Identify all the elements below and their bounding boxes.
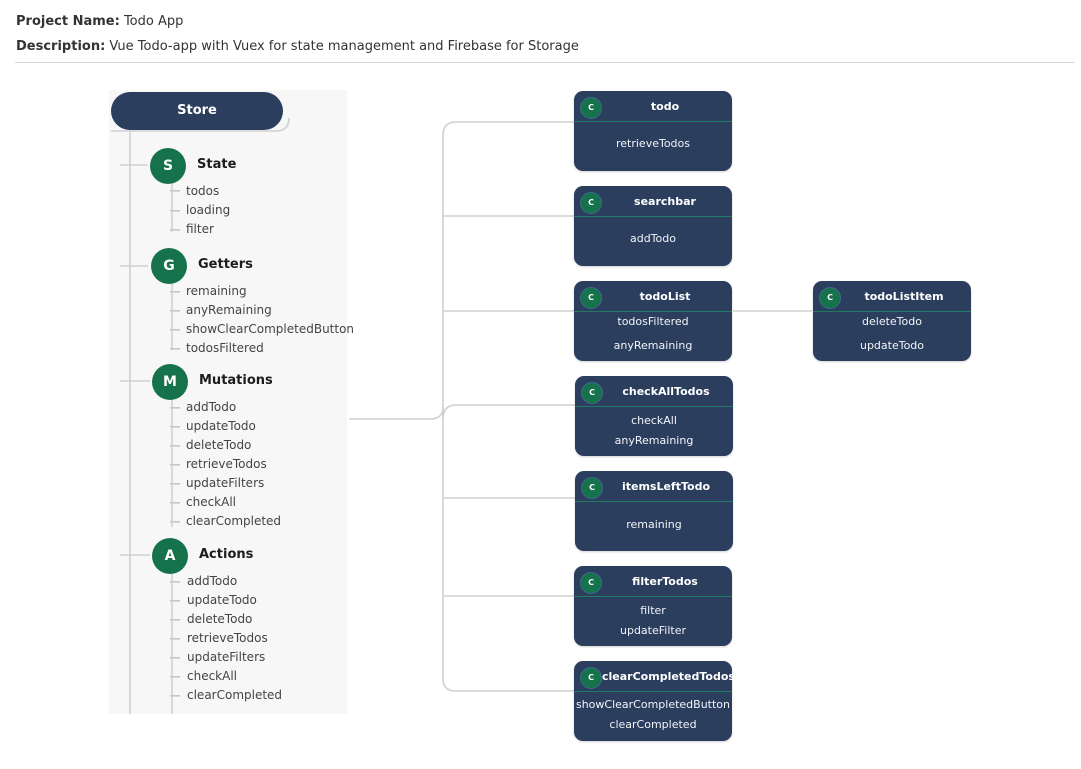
component-title: todoList	[639, 290, 691, 303]
component-badge: C	[581, 382, 603, 404]
component-methods: filter updateFilter	[574, 596, 732, 646]
component-title: filterTodos	[632, 575, 698, 588]
components-bus	[442, 121, 574, 692]
actions-item: addTodo	[187, 574, 238, 588]
component-title: itemsLeftTodo	[621, 480, 711, 493]
component-methods: checkAll anyRemaining	[575, 406, 733, 456]
component-method: updateFilter	[620, 624, 686, 637]
state-title: State	[197, 157, 237, 172]
actions-item: clearCompleted	[187, 688, 283, 702]
getters-title: Getters	[198, 257, 253, 272]
component-title: checkAllTodos	[622, 385, 710, 398]
component-badge: C	[581, 477, 603, 499]
actions-item: deleteTodo	[187, 612, 253, 626]
mutations-item: checkAll	[186, 495, 237, 509]
component-methods: showClearCompletedButton clearCompleted	[574, 691, 732, 741]
actions-item: updateTodo	[187, 593, 257, 607]
actions-item: checkAll	[187, 669, 238, 683]
component-method: anyRemaining	[614, 434, 694, 447]
getters-badge: G	[151, 248, 187, 284]
component-method: updateTodo	[859, 339, 925, 352]
actions-title: Actions	[199, 547, 254, 562]
component-method: todosFiltered	[617, 315, 689, 328]
component-card-checkalltodos[interactable]: C checkAllTodos checkAll anyRemaining	[575, 376, 733, 456]
component-method: showClearCompletedButton	[575, 698, 731, 711]
store-to-components-trunk	[349, 406, 444, 420]
component-methods: retrieveTodos	[574, 121, 732, 171]
component-badge: C	[819, 287, 841, 309]
component-method: anyRemaining	[613, 339, 693, 352]
component-methods: remaining	[575, 501, 733, 551]
actions-item: retrieveTodos	[187, 631, 268, 645]
component-title: clearCompletedTodos	[602, 670, 735, 683]
component-card-itemslefttodo[interactable]: C itemsLeftTodo remaining	[575, 471, 733, 551]
state-item: todos	[186, 184, 220, 198]
mutations-badge: M	[152, 364, 188, 400]
component-title: todoListItem	[864, 290, 944, 303]
component-methods: deleteTodo updateTodo	[813, 311, 971, 361]
getters-item: remaining	[186, 284, 247, 298]
state-badge: S	[150, 148, 186, 184]
getters-item: showClearCompletedButton	[186, 322, 355, 336]
component-methods: addTodo	[574, 216, 732, 266]
component-card-filtertodos[interactable]: C filterTodos filter updateFilter	[574, 566, 732, 646]
store-node[interactable]: Store	[111, 92, 283, 130]
component-title: todo	[650, 100, 680, 113]
component-badge: C	[580, 667, 602, 689]
component-card-todolist[interactable]: C todoList todosFiltered anyRemaining	[574, 281, 732, 361]
component-methods: todosFiltered anyRemaining	[574, 311, 732, 361]
mutations-item: deleteTodo	[186, 438, 252, 452]
component-method: checkAll	[631, 414, 677, 427]
component-method: addTodo	[630, 232, 676, 245]
mutations-item: clearCompleted	[186, 514, 282, 528]
component-badge: C	[580, 572, 602, 594]
mutations-item: addTodo	[186, 400, 237, 414]
component-card-todo[interactable]: C todo retrieveTodos	[574, 91, 732, 171]
component-method: clearCompleted	[609, 718, 697, 731]
component-card-clearcompletedtodos[interactable]: C clearCompletedTodos showClearCompleted…	[574, 661, 735, 741]
mutations-item: updateTodo	[186, 419, 256, 433]
getters-item: anyRemaining	[186, 303, 272, 317]
component-card-todolistitem[interactable]: C todoListItem deleteTodo updateTodo	[813, 281, 971, 361]
component-badge: C	[580, 97, 602, 119]
component-card-searchbar[interactable]: C searchbar addTodo	[574, 186, 732, 266]
component-method: retrieveTodos	[615, 137, 690, 150]
mutations-item: retrieveTodos	[186, 457, 267, 471]
component-title: searchbar	[634, 195, 696, 208]
mutations-item: updateFilters	[186, 476, 265, 490]
component-badge: C	[580, 287, 602, 309]
state-item: filter	[186, 222, 214, 236]
actions-item: updateFilters	[187, 650, 266, 664]
component-method: remaining	[626, 518, 682, 531]
state-item: loading	[186, 203, 231, 217]
component-method: filter	[640, 604, 666, 617]
mutations-title: Mutations	[199, 373, 273, 388]
actions-badge: A	[152, 538, 188, 574]
component-badge: C	[580, 192, 602, 214]
getters-item: todosFiltered	[186, 341, 264, 355]
checkalltodos-link	[442, 404, 575, 420]
component-method: deleteTodo	[862, 315, 922, 328]
